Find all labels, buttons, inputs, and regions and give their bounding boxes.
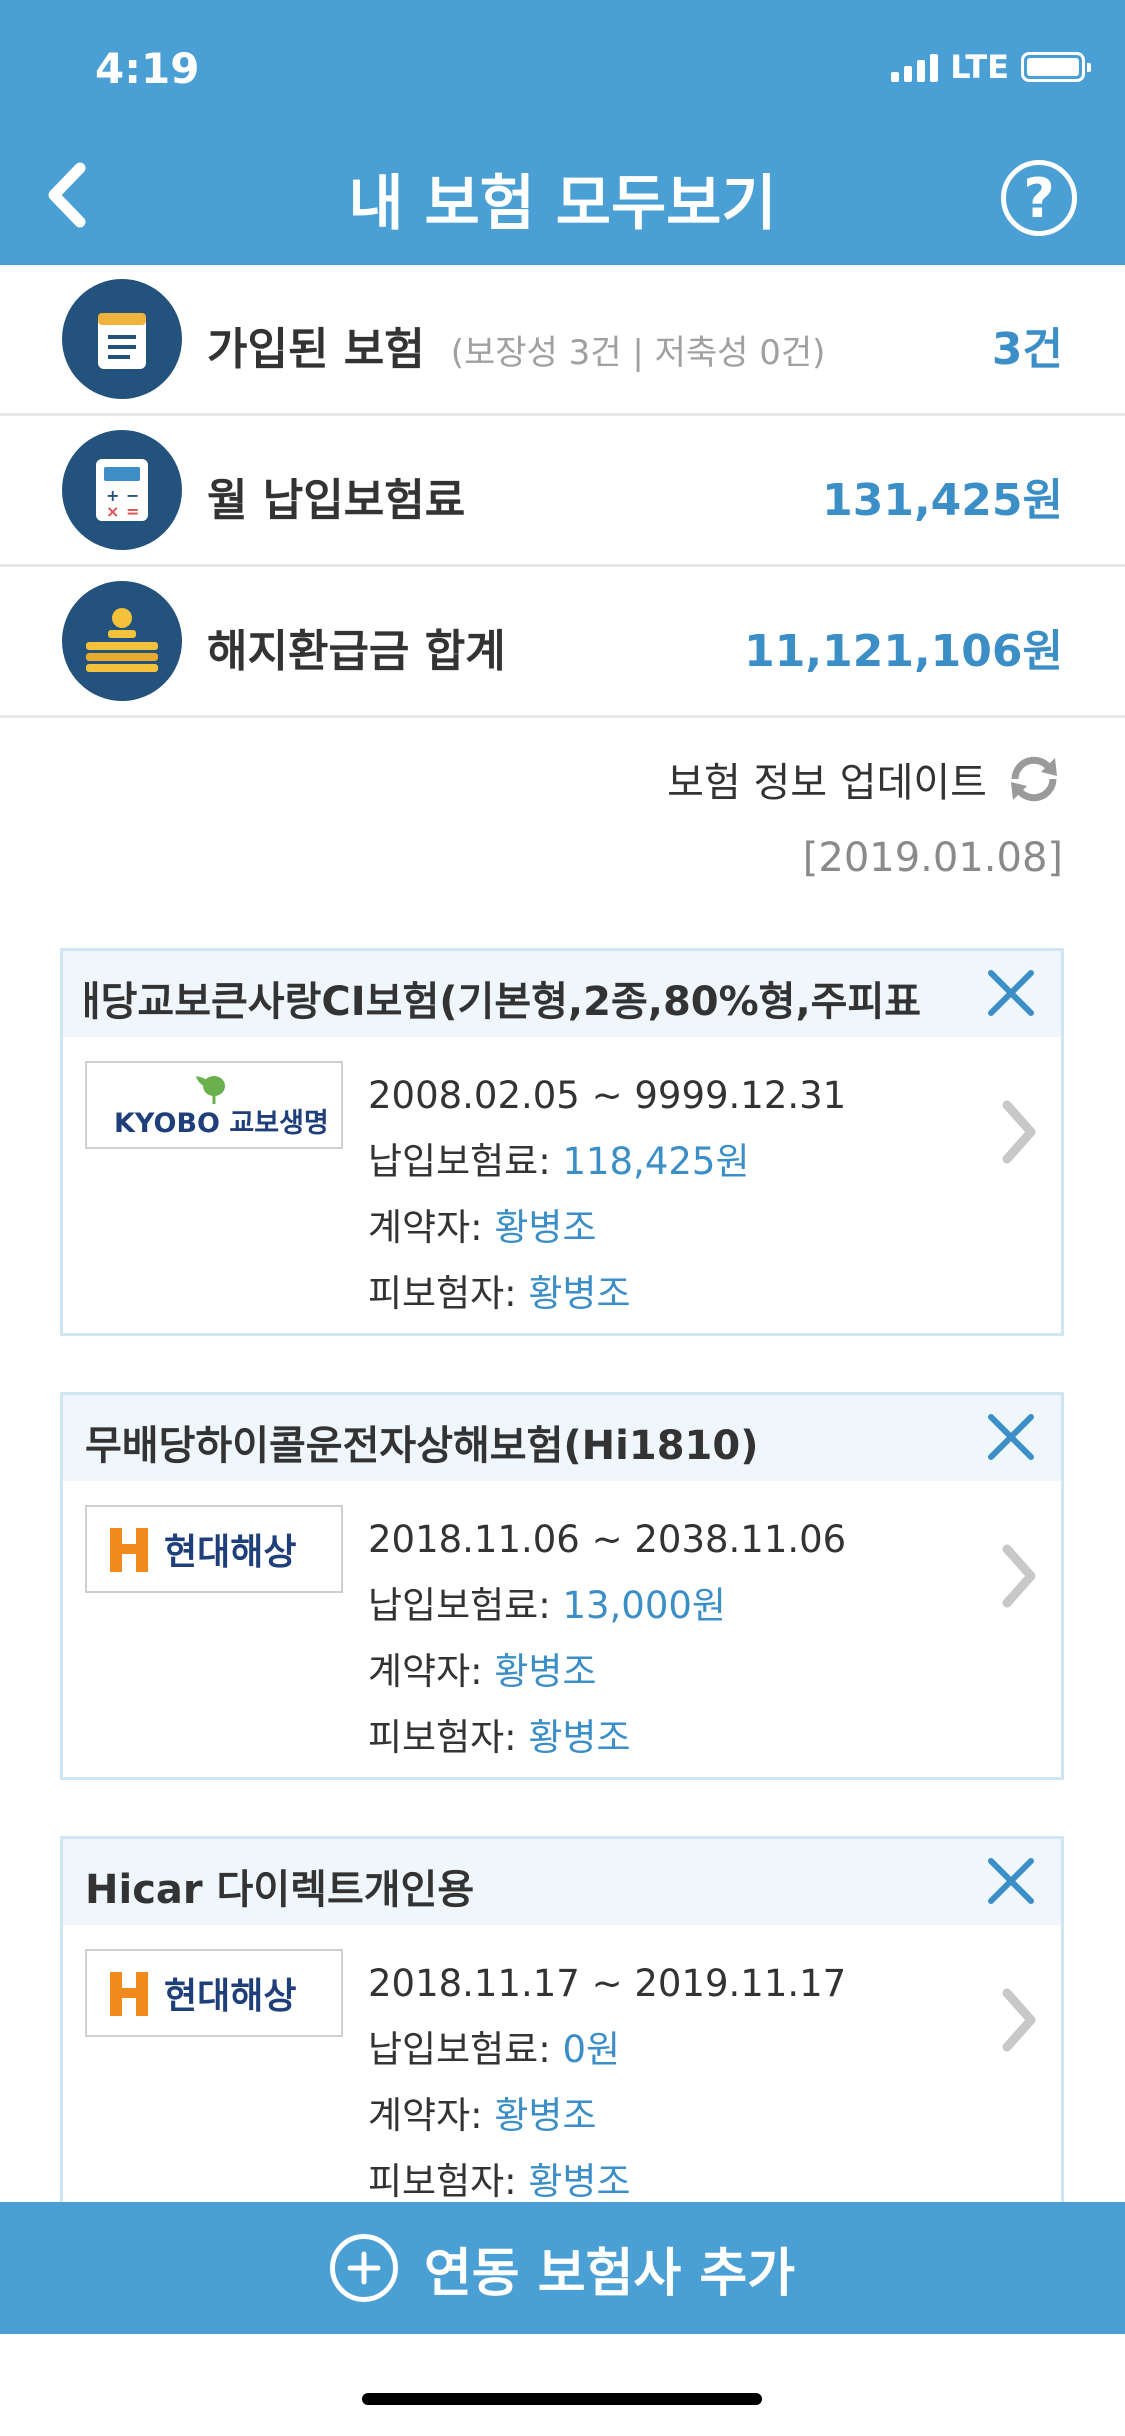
app-header: 4:19 LTE 내 보험 모두보기 ?	[0, 0, 1125, 265]
help-button[interactable]: ?	[1001, 160, 1077, 236]
summary-label: 월 납입보험료	[207, 475, 466, 526]
summary-label: 해지환급금 합계	[207, 626, 506, 677]
summary-row-monthly-premium: + − × = 월 납입보험료 131,425원	[0, 416, 1125, 567]
calculator-icon: + − × =	[62, 430, 182, 550]
premium-value: 118,425원	[562, 1140, 750, 1183]
chevron-right-icon	[1002, 1988, 1036, 2052]
premium-label: 납입보험료:	[368, 2028, 563, 2071]
close-icon	[988, 970, 1034, 1016]
update-label: 보험 정보 업데이트	[667, 760, 987, 806]
contractor-value: 황병조	[494, 2094, 597, 2137]
chevron-right-icon	[1002, 1544, 1036, 1608]
chevron-right-icon	[1002, 1100, 1036, 1164]
remove-button[interactable]	[983, 965, 1039, 1021]
remove-button[interactable]	[983, 1409, 1039, 1465]
svg-text:현대해상: 현대해상	[164, 1532, 296, 1573]
summary-sub: (보장성 3건 | 저축성 0건)	[450, 333, 826, 373]
notepad-icon	[62, 279, 182, 399]
signal-icon	[891, 52, 939, 82]
summary-label: 가입된 보험	[207, 324, 425, 375]
remove-button[interactable]	[983, 1853, 1039, 1909]
card-title: Hicar 다이렉트개인용	[85, 1867, 475, 1913]
plus-icon	[329, 2234, 398, 2302]
svg-text:=: =	[126, 502, 139, 521]
insurer-logo-kyobo: KYOBO 교보생명	[85, 1061, 343, 1149]
contractor-label: 계약자:	[368, 1206, 495, 1249]
coins-icon	[62, 581, 182, 701]
help-icon: ?	[1023, 166, 1055, 230]
contractor-label: 계약자:	[368, 2094, 495, 2137]
insurance-card[interactable]: 무배당하이콜운전자상해보험(Hi1810) 현대해상 2018.11.06 ~ …	[60, 1392, 1064, 1780]
contractor-value: 황병조	[494, 1650, 597, 1693]
close-icon	[988, 1858, 1034, 1904]
summary-row-subscribed: 가입된 보험 (보장성 3건 | 저축성 0건) 3건	[0, 265, 1125, 416]
network-label: LTE	[950, 48, 1009, 86]
insured-label: 피보험자:	[368, 1716, 529, 1759]
insurer-logo-hyundai: 현대해상	[85, 1949, 343, 2037]
insured-label: 피보험자:	[368, 1272, 529, 1315]
svg-text:×: ×	[106, 502, 119, 521]
update-date: [2019.01.08]	[802, 835, 1063, 881]
insured-value: 황병조	[528, 1272, 631, 1315]
insurer-logo-hyundai: 현대해상	[85, 1505, 343, 1593]
status-time: 4:19	[95, 44, 200, 93]
card-period: 2018.11.17 ~ 2019.11.17	[368, 1962, 847, 2005]
close-icon	[988, 1414, 1034, 1460]
insured-value: 황병조	[528, 2160, 631, 2203]
insurance-card[interactable]: 무배당교보큰사랑CI보험(기본형,2종,80%형,주피표 KYOBO 교보생명 …	[60, 948, 1064, 1336]
contractor-label: 계약자:	[368, 1650, 495, 1693]
insured-value: 황병조	[528, 1716, 631, 1759]
summary-value: 11,121,106원	[744, 626, 1063, 677]
premium-label: 납입보험료:	[368, 1584, 563, 1627]
summary-value: 3건	[991, 324, 1063, 375]
summary-value: 131,425원	[822, 475, 1063, 526]
home-indicator[interactable]	[362, 2393, 762, 2405]
premium-label: 납입보험료:	[368, 1140, 563, 1183]
status-indicators: LTE	[891, 48, 1091, 86]
summary-row-refund-total: 해지환급금 합계 11,121,106원	[0, 567, 1125, 718]
refresh-icon	[1011, 756, 1057, 802]
page-title: 내 보험 모두보기	[348, 169, 777, 239]
card-period: 2018.11.06 ~ 2038.11.06	[368, 1518, 847, 1561]
add-insurer-label: 연동 보험사 추가	[423, 2243, 796, 2304]
contractor-value: 황병조	[494, 1206, 597, 1249]
svg-text:현대해상: 현대해상	[164, 1976, 296, 2017]
premium-value: 0원	[562, 2028, 621, 2071]
update-button[interactable]: 보험 정보 업데이트	[667, 750, 1063, 808]
premium-value: 13,000원	[562, 1584, 726, 1627]
card-title: 무배당교보큰사랑CI보험(기본형,2종,80%형,주피표	[85, 979, 922, 1025]
insurance-card[interactable]: Hicar 다이렉트개인용 현대해상 2018.11.17 ~ 2019.11.…	[60, 1836, 1064, 2224]
add-insurer-button[interactable]: 연동 보험사 추가	[0, 2202, 1125, 2334]
battery-icon	[1021, 52, 1091, 82]
card-period: 2008.02.05 ~ 9999.12.31	[368, 1074, 847, 1117]
svg-text:KYOBO 교보생명: KYOBO 교보생명	[114, 1108, 329, 1139]
card-title: 무배당하이콜운전자상해보험(Hi1810)	[85, 1423, 759, 1469]
insured-label: 피보험자:	[368, 2160, 529, 2203]
